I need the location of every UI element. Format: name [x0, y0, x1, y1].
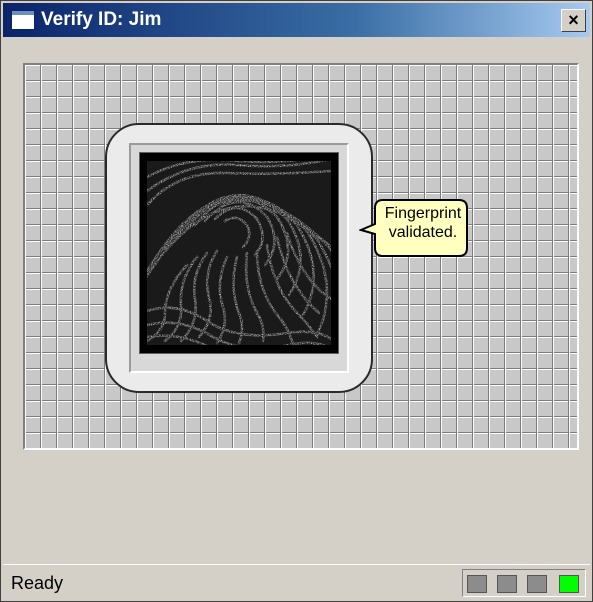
close-button[interactable]: × [561, 9, 586, 32]
validation-message-line1: Fingerprint [384, 205, 462, 222]
validation-message-line2: validated. [388, 224, 458, 241]
validation-callout: Fingerprint validated. [359, 198, 469, 258]
client-area-empty [3, 451, 590, 561]
title-bar[interactable]: Verify ID: Jim × [3, 3, 590, 37]
fingerprint-image [147, 161, 331, 345]
fingerprint-sensor-well [129, 143, 349, 373]
fingerprint-sensor-bezel [105, 123, 373, 393]
validation-message: Fingerprint validated. [379, 204, 467, 242]
indicator-4 [559, 575, 579, 593]
fingerprint-image-frame [139, 152, 339, 354]
status-bar: Ready [3, 564, 590, 600]
fingerprint-panel: Fingerprint validated. [23, 63, 579, 450]
status-text: Ready [11, 573, 64, 593]
indicator-1 [467, 575, 487, 593]
window-app-icon [11, 10, 35, 30]
indicator-2 [497, 575, 517, 593]
verify-id-window: Verify ID: Jim × Fingerprint validated. … [0, 0, 593, 602]
status-indicators [462, 569, 586, 597]
indicator-3 [527, 575, 547, 593]
window-title: Verify ID: Jim [41, 9, 162, 30]
